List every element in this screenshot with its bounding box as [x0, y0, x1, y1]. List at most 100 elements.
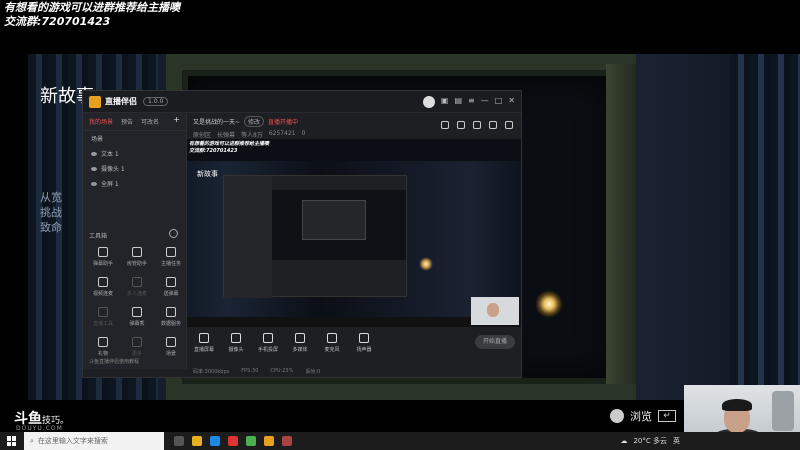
room-title: 又是挑战的一天~	[193, 119, 241, 126]
return-icon[interactable]: ↵	[658, 410, 676, 422]
overlay-line-1: 有想看的游戏可以进群推荐给主播噢	[4, 1, 180, 14]
settings-icon[interactable]: ▣	[441, 96, 449, 108]
scene-item[interactable]: 全屏 1	[83, 176, 186, 191]
room-meta: 6257421	[268, 130, 296, 137]
tool-item[interactable]: 礼物	[87, 337, 119, 357]
admin-icon	[132, 247, 142, 257]
status-item: 码率:3000kbps	[193, 368, 230, 375]
app-version-badge[interactable]: 1.0.0	[143, 97, 169, 106]
scene-group[interactable]: 场景	[83, 131, 186, 146]
tool-item[interactable]: 直播工具	[87, 307, 119, 327]
skin-icon[interactable]: ▤	[454, 96, 462, 108]
record-icon[interactable]	[441, 121, 449, 129]
bell-icon[interactable]	[489, 121, 497, 129]
danmaku-icon	[98, 247, 108, 257]
eye-icon[interactable]	[91, 166, 97, 171]
control-item[interactable]: 多媒体	[289, 333, 311, 353]
control-item[interactable]: 直播屏幕	[193, 333, 215, 353]
tab-rename[interactable]: 可改名	[141, 117, 159, 126]
streaming-app-icon[interactable]	[264, 436, 274, 446]
go-live-button[interactable]: 开始直播	[475, 335, 515, 349]
tool-item[interactable]: 更多	[121, 337, 153, 357]
maximize-icon[interactable]: □	[495, 96, 503, 108]
eye-icon[interactable]	[91, 151, 97, 156]
streaming-app-window: 直播伴侣 1.0.0 ▣ ▤ ≡ — □ ✕ 我的场景 预告 可改名 + 场景 …	[82, 90, 522, 378]
task-view-icon[interactable]	[174, 436, 184, 446]
stream-preview[interactable]: 有想看的游戏可以进群推荐给主播噢 交流群:720701423 新故事	[187, 139, 521, 327]
start-button[interactable]	[0, 432, 24, 450]
tool-item[interactable]: 房管助手	[121, 247, 153, 267]
toolbox-toggle-icon[interactable]	[169, 229, 178, 238]
share-icon[interactable]	[505, 121, 513, 129]
taskbar-apps	[174, 436, 292, 446]
menu-icon[interactable]: ≡	[468, 96, 475, 108]
app-icon[interactable]	[228, 436, 238, 446]
control-item[interactable]: 摄像头	[225, 333, 247, 353]
tool-item[interactable]: 场景	[155, 337, 187, 357]
status-bar: 码率:3000kbps FPS:30 CPU:23% 丢帧:0	[187, 365, 521, 377]
system-tray: ☁ 20°C 多云 英	[620, 436, 680, 446]
search-icon: ⌕	[30, 436, 34, 445]
control-item[interactable]: 手机投屏	[257, 333, 279, 353]
chrome-icon[interactable]	[246, 436, 256, 446]
screenshot-icon[interactable]	[473, 121, 481, 129]
preview-webcam	[471, 297, 519, 325]
close-icon[interactable]: ✕	[508, 96, 515, 108]
browse-control[interactable]: 浏览 ↵	[610, 408, 676, 424]
tool-item[interactable]: 数据服务	[155, 307, 187, 327]
minimize-icon[interactable]: —	[481, 96, 489, 108]
tool-item[interactable]: 弹幕助手	[87, 247, 119, 267]
speaker-icon	[359, 333, 369, 343]
curtain-right	[730, 54, 800, 400]
scene-item[interactable]: 摄像头 1	[83, 161, 186, 176]
scene-item[interactable]: 文本 1	[83, 146, 186, 161]
stream-overlay-text: 有想看的游戏可以进群推荐给主播噢 交流群:720701423	[4, 1, 180, 29]
tab-preview[interactable]: 预告	[121, 117, 133, 126]
data-icon	[166, 307, 176, 317]
edit-title-button[interactable]: 修改	[244, 116, 265, 127]
lock-icon[interactable]	[457, 121, 465, 129]
status-item: CPU:23%	[270, 368, 294, 374]
lamp-glow	[535, 290, 563, 318]
preview-overlay-text: 有想看的游戏可以进群推荐给主播噢 交流群:720701423	[189, 141, 270, 154]
tv-icon	[132, 307, 142, 317]
app-icon[interactable]	[282, 436, 292, 446]
eye-icon[interactable]	[91, 181, 97, 186]
windows-icon	[7, 436, 17, 446]
task-icon	[166, 247, 176, 257]
control-item[interactable]: 扬声器	[353, 333, 375, 353]
left-tabs: 我的场景 预告 可改名 +	[83, 113, 186, 131]
tool-item[interactable]: 多人连麦	[121, 277, 153, 297]
video-link-icon	[98, 277, 108, 287]
search-placeholder: 在这里输入文字来搜索	[37, 437, 108, 445]
left-panel: 我的场景 预告 可改名 + 场景 文本 1 摄像头 1 全屏 1 工具箱 弹幕助…	[83, 113, 187, 369]
douyu-domain: DOUYU.COM	[16, 425, 63, 432]
scene-icon	[166, 337, 176, 347]
frame-edge	[606, 64, 636, 384]
tool-item[interactable]: 主播任务	[155, 247, 187, 267]
edge-icon[interactable]	[210, 436, 220, 446]
room-meta: 长弹幕	[217, 132, 236, 139]
user-avatar[interactable]	[422, 95, 435, 108]
preview-scene-title: 新故事	[197, 170, 218, 178]
control-item[interactable]: 麦克风	[321, 333, 343, 353]
room-header: 又是挑战的一天~ 修改 直播开播中 原创区 长弹幕 等人8万 6257421 0	[187, 113, 521, 139]
weather-text[interactable]: 20°C 多云	[633, 436, 667, 446]
folder-icon[interactable]	[192, 436, 202, 446]
tool-item[interactable]: 弹幕秀	[121, 307, 153, 327]
more-icon	[132, 337, 142, 347]
tab-my-scenes[interactable]: 我的场景	[89, 117, 113, 126]
tool-item[interactable]: 送弹幕	[155, 277, 187, 297]
gift-icon	[166, 277, 176, 287]
language-indicator[interactable]: 英	[673, 436, 680, 446]
tool-item[interactable]: 视频连麦	[87, 277, 119, 297]
add-scene-button[interactable]: +	[173, 116, 180, 126]
nested-app-preview	[223, 175, 407, 298]
weather-icon: ☁	[620, 437, 628, 445]
overlay-line-2: 交流群:720701423	[4, 15, 111, 28]
app-logo-icon	[89, 95, 101, 108]
tutorial-link[interactable]: 斗鱼直播伴侣使用教程	[89, 358, 139, 365]
source-controls: 直播屏幕 摄像头 手机投屏 多媒体 麦克风 扬声器 开始直播	[187, 329, 521, 363]
upload-icon	[98, 307, 108, 317]
taskbar-search[interactable]: ⌕ 在这里输入文字来搜索	[24, 432, 164, 450]
